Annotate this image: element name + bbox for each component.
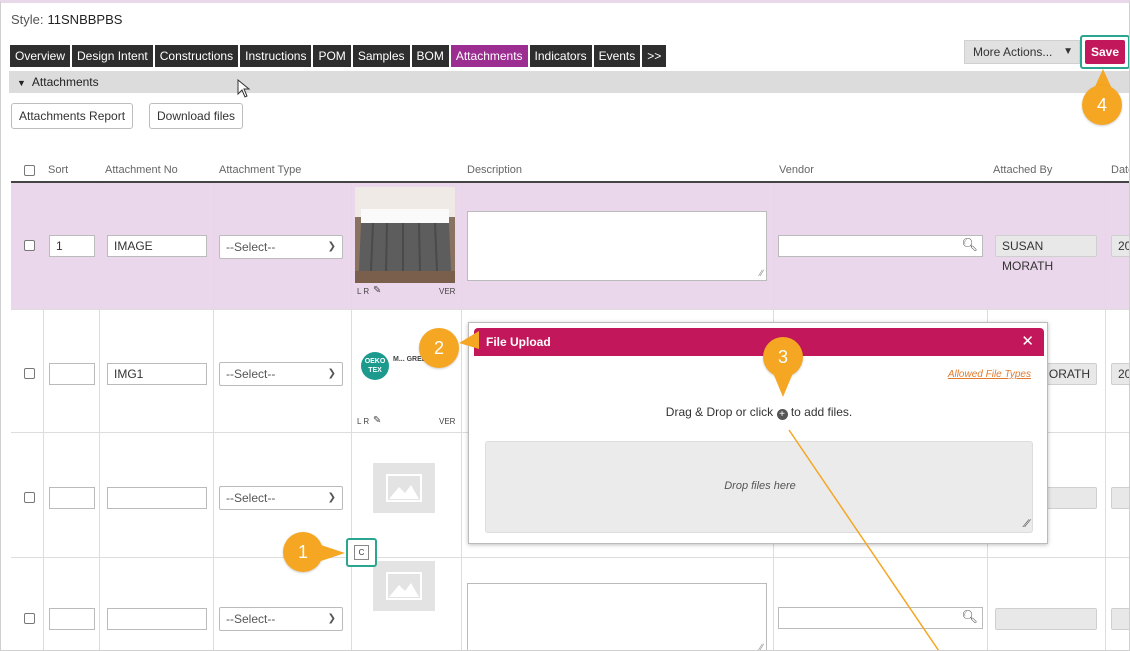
- callout-badge-3: 3: [763, 337, 803, 377]
- callout-pointer: [773, 373, 793, 397]
- callout-pointer: [459, 331, 479, 349]
- callout-badge-4: 4: [1082, 85, 1122, 125]
- annotation-arrow-line: [788, 429, 940, 650]
- app-frame: Style: 11SNBBPBS Overview Design Intent C…: [0, 0, 1130, 651]
- callout-badge-2: 2: [419, 328, 459, 368]
- callout-pointer: [321, 545, 345, 561]
- callout-badge-1: 1: [283, 532, 323, 572]
